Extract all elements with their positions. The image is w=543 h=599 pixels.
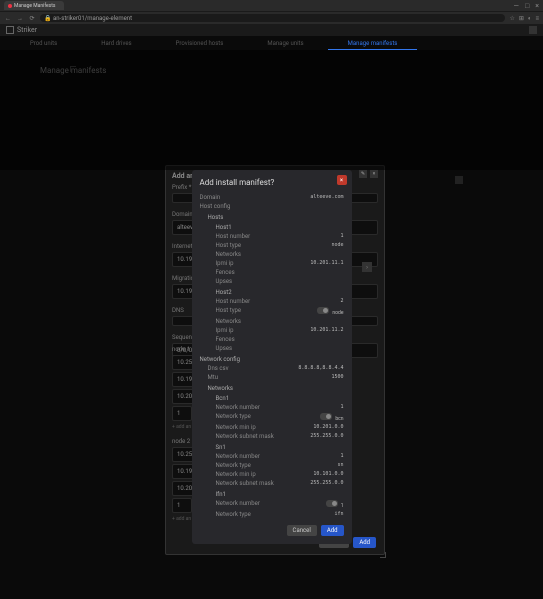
bcn-mask-v: 255.255.0.0 xyxy=(310,433,343,440)
close-icon[interactable]: × xyxy=(370,170,378,178)
tab-title: Manage Manifests xyxy=(14,3,55,9)
url-text: an-striker01/manage-element xyxy=(53,15,132,22)
sn-num-v: 1 xyxy=(340,453,343,460)
app-logo[interactable]: Striker xyxy=(6,26,37,34)
h2-ipmi-v: 10.201.11.2 xyxy=(310,327,343,334)
tab-favicon xyxy=(8,4,12,8)
domain-value: alteeve.com xyxy=(310,194,343,201)
ifn-type-v: ifn xyxy=(334,511,343,518)
panel-add-button[interactable]: Add xyxy=(353,537,376,548)
menu-icon[interactable]: ≡ xyxy=(535,15,539,22)
h1-upses-k: Upses xyxy=(216,278,233,285)
sn-minip-v: 10.101.0.0 xyxy=(313,471,343,478)
modal-cancel-button[interactable]: Cancel xyxy=(287,525,317,536)
h2-upses-k: Upses xyxy=(216,345,233,352)
h2-num-v: 2 xyxy=(340,298,343,305)
ifn-type-k: Network type xyxy=(216,511,251,518)
add-icon[interactable] xyxy=(455,176,463,184)
h2-net-k: Networks xyxy=(216,318,242,325)
lock-icon: 🔒 xyxy=(44,15,51,22)
h2-type-k: Host type xyxy=(216,307,242,316)
sn-num-k: Network number xyxy=(216,453,260,460)
host2-heading: Host2 xyxy=(200,289,344,296)
sn-mask-v: 255.255.0.0 xyxy=(310,480,343,487)
h2-type-toggle[interactable] xyxy=(317,307,329,314)
bcn-minip-k: Network min ip xyxy=(216,424,256,431)
h1-num-k: Host number xyxy=(216,233,251,240)
browser-tab[interactable]: Manage Manifests xyxy=(4,1,64,10)
mtu-v: 1500 xyxy=(331,374,343,381)
back-icon[interactable]: ← xyxy=(4,15,12,22)
forward-icon[interactable]: → xyxy=(16,15,24,22)
tab-manage-manifests[interactable]: Manage manifests xyxy=(328,38,418,50)
sn1-heading: Sn1 xyxy=(200,444,344,451)
sn-type-v: sn xyxy=(337,462,343,469)
edit-icon[interactable]: ✎ xyxy=(359,170,367,178)
sn-minip-k: Network min ip xyxy=(216,471,256,478)
host1-heading: Host1 xyxy=(200,224,344,231)
netconfig-heading: Network config xyxy=(200,356,344,363)
h1-type-v: node xyxy=(331,242,343,249)
tab-hard-drives[interactable]: Hard drives xyxy=(81,38,151,50)
h1-net-k: Networks xyxy=(216,251,242,258)
bcn-type-toggle[interactable] xyxy=(320,413,332,420)
ifn-num-toggle[interactable] xyxy=(326,500,338,507)
app-menu-icon[interactable] xyxy=(529,26,537,34)
tab-provisioned-hosts[interactable]: Provisioned hosts xyxy=(156,38,244,50)
close-icon[interactable]: × xyxy=(535,2,539,10)
reload-icon[interactable]: ⟳ xyxy=(28,15,36,22)
bcn-num-k: Network number xyxy=(216,404,260,411)
h2-type-v: node xyxy=(332,310,343,316)
dnscsv-v: 8.8.8.8,8.8.4.4 xyxy=(298,365,343,372)
node1-count[interactable]: 1 xyxy=(172,406,192,421)
ifn-num-k: Network number xyxy=(216,500,260,509)
expand-arrow-icon[interactable]: › xyxy=(362,262,372,272)
bcn-num-v: 1 xyxy=(340,404,343,411)
minimize-icon[interactable]: — xyxy=(514,2,519,10)
modal-title: Add install manifest? xyxy=(200,178,344,187)
favorite-icon[interactable]: ☆ xyxy=(509,15,514,22)
bcn1-heading: Bcn1 xyxy=(200,395,344,402)
bcn-type-k: Network type xyxy=(216,413,251,422)
h2-fences-k: Fences xyxy=(216,336,235,343)
tab-prod-units[interactable]: Prod units xyxy=(10,38,77,50)
h1-fences-k: Fences xyxy=(216,269,235,276)
h2-ipmi-k: Ipmi ip xyxy=(216,327,234,334)
mtu-k: Mtu xyxy=(208,374,219,381)
extensions-icon[interactable]: ⊞ xyxy=(519,15,524,22)
window-buttons: — □ × xyxy=(514,2,539,10)
node2-count[interactable]: 1 xyxy=(172,498,192,513)
dnscsv-k: Dns csv xyxy=(208,365,229,372)
h2-num-k: Host number xyxy=(216,298,251,305)
h1-ipmi-v: 10.201.11.1 xyxy=(310,260,343,267)
hostconfig-key: Host config xyxy=(200,203,231,210)
sn-type-k: Network type xyxy=(216,462,251,469)
bcn-mask-k: Network subnet mask xyxy=(216,433,274,440)
h1-ipmi-k: Ipmi ip xyxy=(216,260,234,267)
tab-manage-units[interactable]: Manage units xyxy=(247,38,323,50)
url-field[interactable]: 🔒 an-striker01/manage-element xyxy=(40,14,505,22)
app-name: Striker xyxy=(17,26,37,34)
h1-type-k: Host type xyxy=(216,242,242,249)
profile-icon[interactable]: ◐ xyxy=(528,15,532,22)
corner-decoration xyxy=(380,552,386,558)
modal-add-button[interactable]: Add xyxy=(321,525,344,536)
logo-icon xyxy=(6,26,14,34)
maximize-icon[interactable]: □ xyxy=(525,2,529,10)
hosts-heading: Hosts xyxy=(200,214,344,221)
networks-heading: Networks xyxy=(200,385,344,392)
bcn-minip-v: 10.201.0.0 xyxy=(313,424,343,431)
ifn-num-v: 1 xyxy=(341,503,344,509)
h1-num-v: 1 xyxy=(340,233,343,240)
modal-backdrop: × Add install manifest? Domainalteeve.co… xyxy=(0,50,543,170)
sn-mask-k: Network subnet mask xyxy=(216,480,274,487)
confirm-modal: × Add install manifest? Domain alteeve.co… xyxy=(192,170,352,544)
modal-close-button[interactable]: × xyxy=(337,175,347,185)
ifn1-heading: Ifn1 xyxy=(200,491,344,498)
domain-key: Domain xyxy=(200,194,221,201)
bcn-type-v: bcn xyxy=(335,416,343,422)
